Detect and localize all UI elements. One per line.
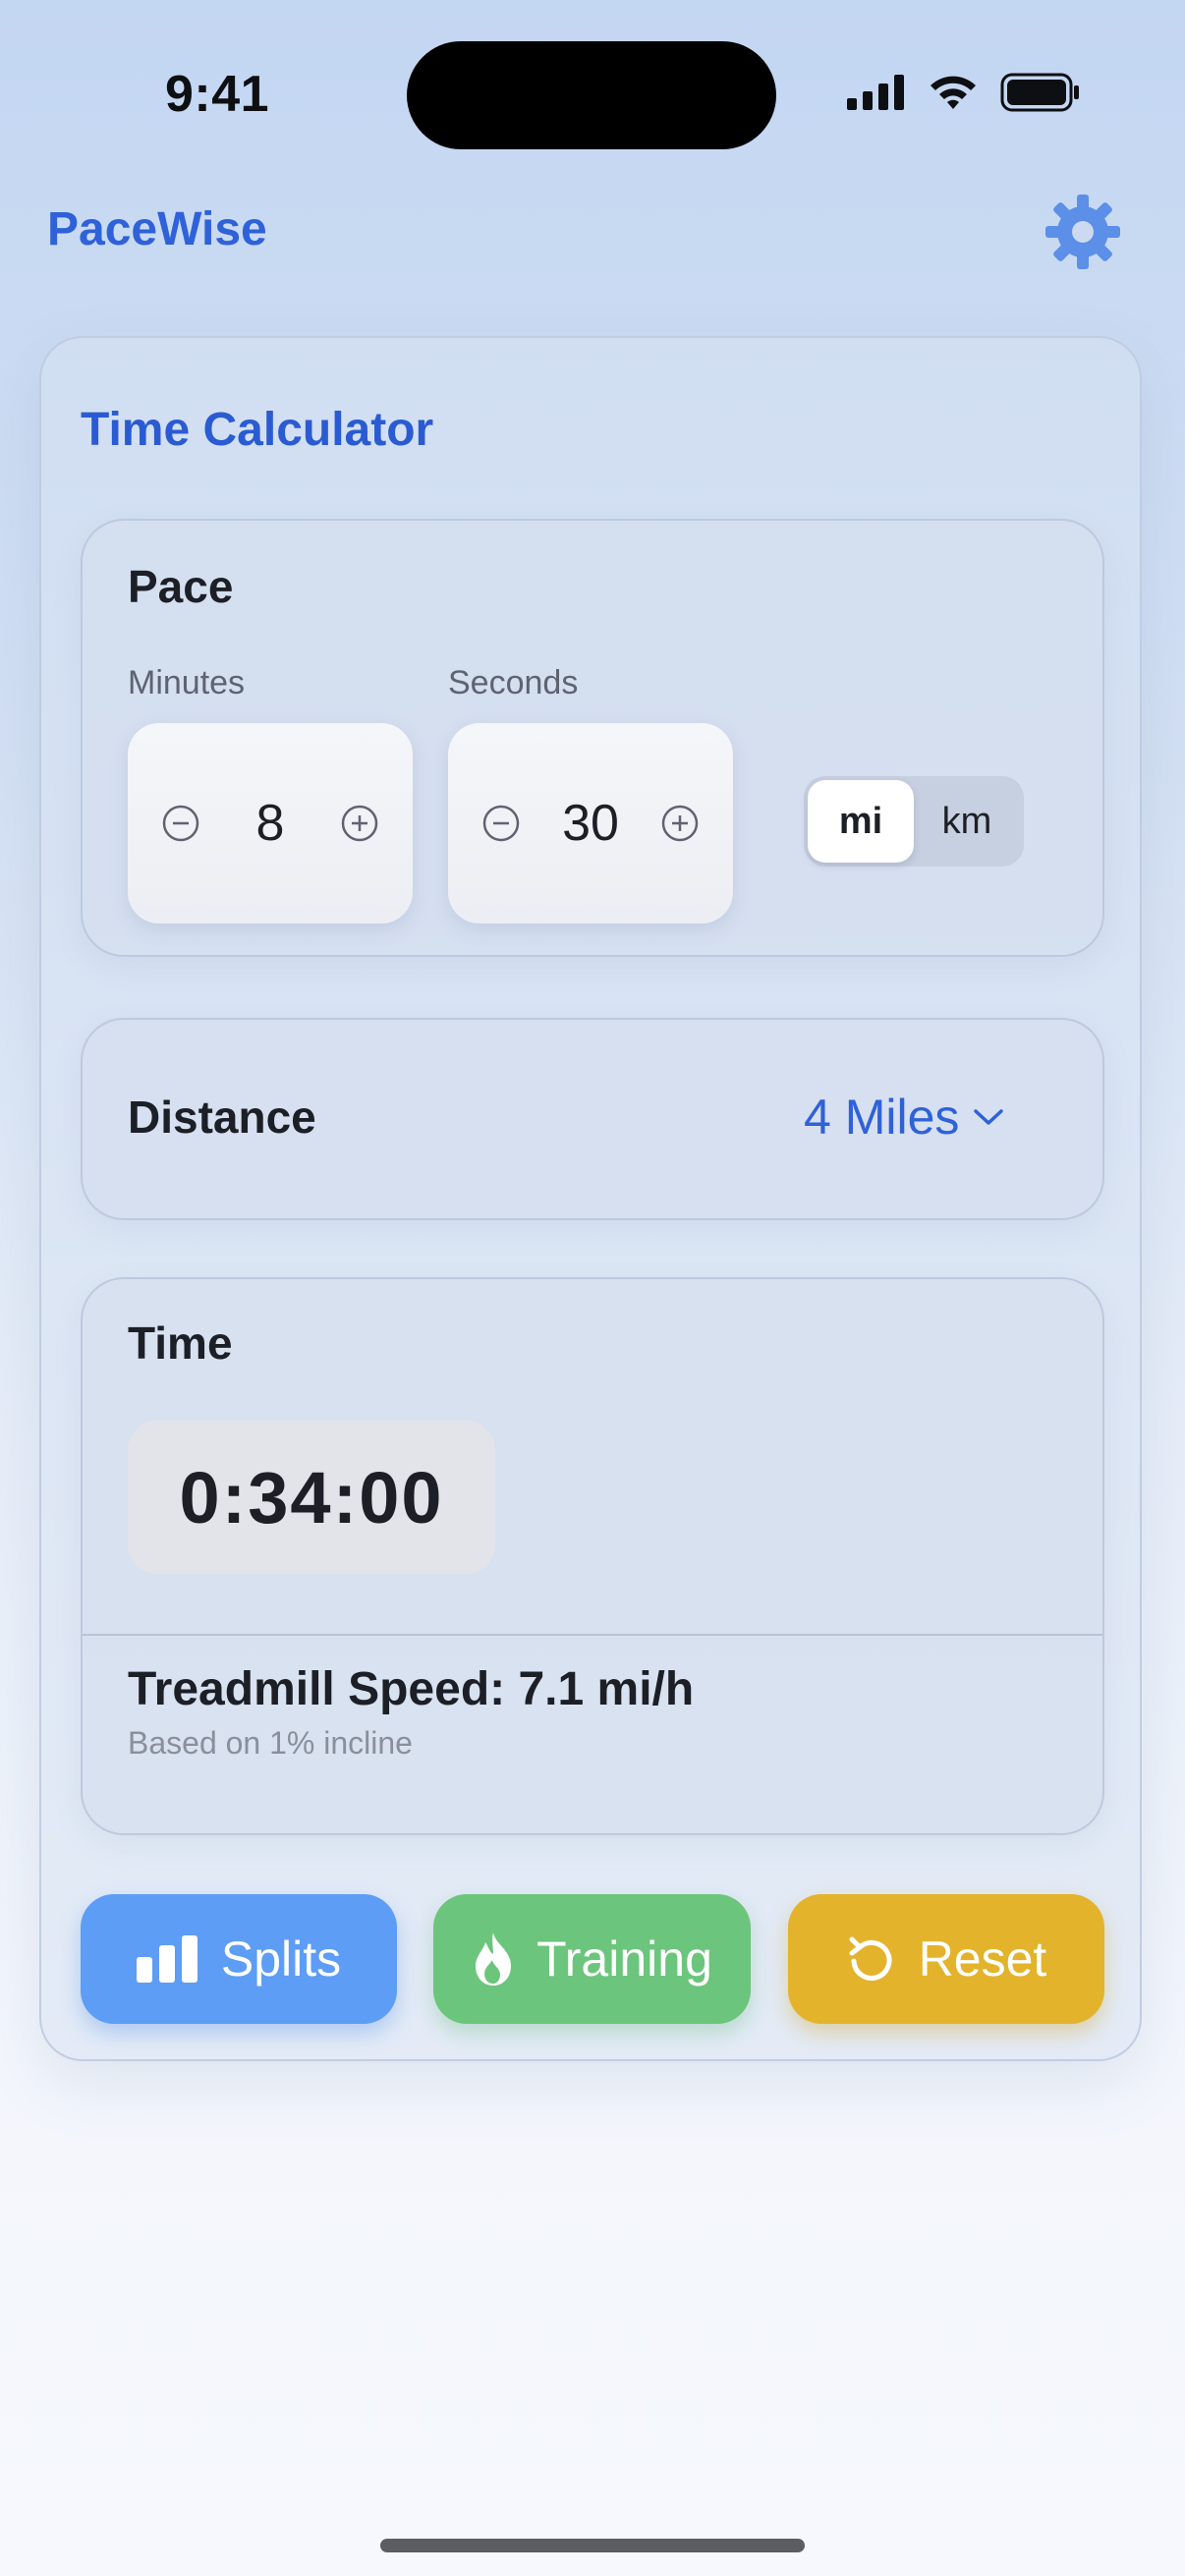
minutes-value[interactable]: 8	[256, 794, 285, 853]
splits-button[interactable]: Splits	[81, 1894, 397, 2024]
pace-heading: Pace	[128, 561, 234, 612]
distance-dropdown[interactable]: 4 Miles	[804, 1089, 1004, 1146]
reset-label: Reset	[918, 1932, 1047, 1987]
minus-circle-icon	[162, 805, 199, 842]
bar-chart-icon	[136, 1935, 198, 1983]
minutes-increment-button[interactable]	[340, 804, 379, 843]
minutes-decrement-button[interactable]	[161, 804, 200, 843]
seconds-value[interactable]: 30	[562, 794, 619, 853]
time-result: 0:34:00	[128, 1421, 495, 1574]
chevron-down-icon	[974, 1109, 1004, 1125]
unit-toggle: mi km	[804, 776, 1024, 867]
minus-circle-icon	[482, 805, 520, 842]
incline-note: Based on 1% incline	[128, 1725, 413, 1761]
training-label: Training	[536, 1932, 712, 1987]
splits-label: Splits	[220, 1932, 342, 1987]
status-time: 9:41	[165, 66, 270, 123]
plus-circle-icon	[661, 805, 699, 842]
training-button[interactable]: Training	[433, 1894, 751, 2024]
dynamic-island	[407, 41, 776, 149]
distance-value: 4 Miles	[804, 1090, 960, 1145]
divider	[83, 1634, 1102, 1636]
minutes-stepper: 8	[128, 723, 413, 924]
home-indicator[interactable]	[380, 2539, 805, 2552]
plus-circle-icon	[341, 805, 378, 842]
status-icons	[847, 73, 1081, 112]
battery-icon	[1000, 73, 1079, 112]
app-title: PaceWise	[47, 203, 267, 255]
distance-label: Distance	[128, 1092, 316, 1143]
flame-icon	[476, 1932, 512, 1986]
card-title: Time Calculator	[81, 404, 434, 456]
reset-button[interactable]: Reset	[788, 1894, 1104, 2024]
gear-icon	[1045, 195, 1120, 269]
unit-option-mi[interactable]: mi	[808, 780, 914, 863]
signal-icon	[847, 75, 904, 110]
reset-icon	[849, 1936, 892, 1981]
seconds-label: Seconds	[448, 664, 579, 701]
unit-option-km[interactable]: km	[914, 780, 1020, 863]
seconds-stepper: 30	[448, 723, 733, 924]
settings-button[interactable]	[1044, 193, 1122, 271]
time-heading: Time	[128, 1317, 233, 1369]
seconds-decrement-button[interactable]	[481, 804, 521, 843]
seconds-increment-button[interactable]	[660, 804, 700, 843]
wifi-icon	[931, 76, 976, 109]
minutes-label: Minutes	[128, 664, 246, 701]
treadmill-speed: Treadmill Speed: 7.1 mi/h	[128, 1663, 695, 1715]
